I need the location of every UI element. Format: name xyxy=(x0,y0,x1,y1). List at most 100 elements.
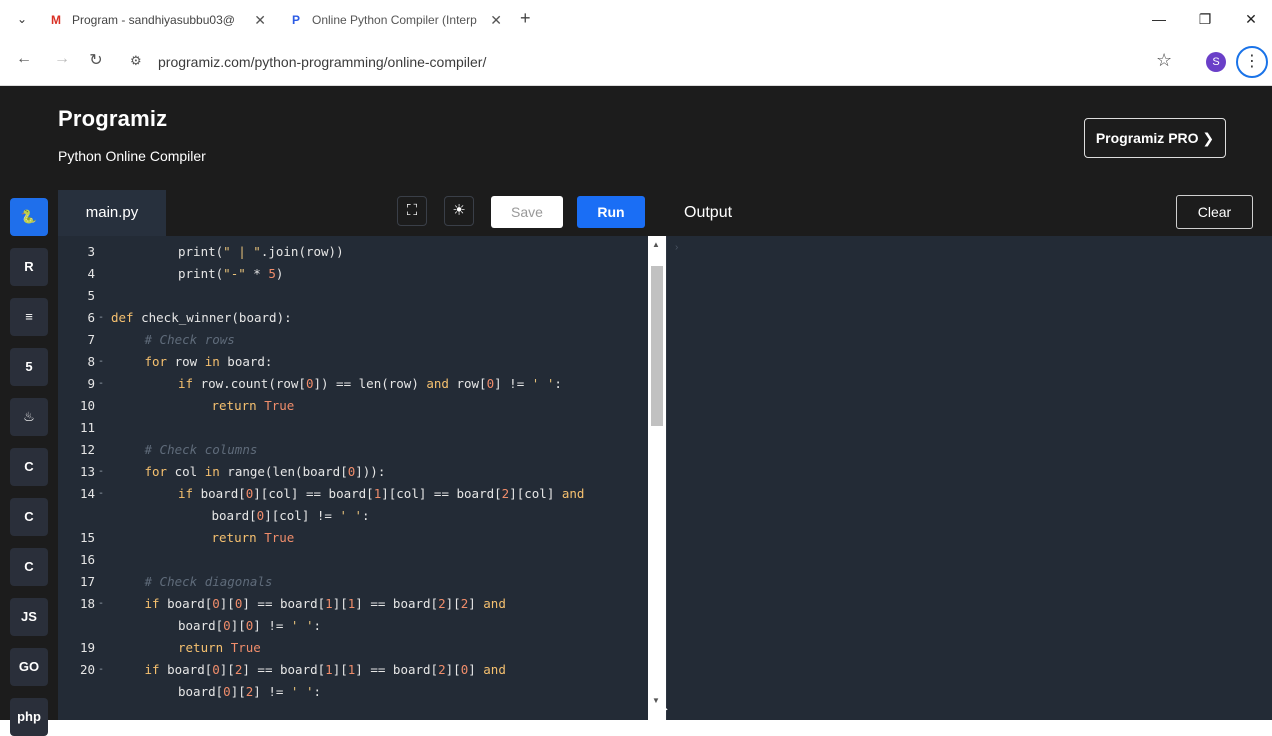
code-text: for row in board: xyxy=(144,354,273,369)
sql-icon[interactable]: ≡ xyxy=(10,298,48,336)
clear-button[interactable]: Clear xyxy=(1176,195,1253,229)
code-line: 14- if board[0][col] == board[1][col] == … xyxy=(58,483,648,505)
back-icon[interactable]: ← xyxy=(12,50,36,68)
scroll-thumb[interactable] xyxy=(651,266,663,426)
r-icon[interactable]: R xyxy=(10,248,48,286)
line-number: 9 xyxy=(87,376,95,391)
code-line: 15 return True xyxy=(58,527,648,549)
code-text: return True xyxy=(211,530,295,545)
fold-toggle-icon[interactable]: - xyxy=(98,483,104,505)
minimize-icon[interactable]: — xyxy=(1136,6,1182,32)
code-line: board[0][2] != ' ': xyxy=(58,681,648,703)
programiz-pro-button[interactable]: Programiz PRO ❯ xyxy=(1084,118,1226,158)
code-line: board[0][0] != ' ': xyxy=(58,615,648,637)
forward-icon[interactable]: → xyxy=(50,50,74,68)
site-info-icon[interactable]: ⚙ xyxy=(130,53,142,69)
line-number: 13 xyxy=(79,464,95,479)
line-number: 14 xyxy=(79,486,95,501)
page-subtitle: Python Online Compiler xyxy=(58,148,206,164)
code-text: board[0][2] != ' ': xyxy=(178,684,322,699)
code-text: if board[0][col] == board[1][col] == boa… xyxy=(178,486,585,501)
close-window-icon[interactable]: ✕ xyxy=(1228,6,1272,32)
new-tab-plus-icon[interactable]: + xyxy=(520,8,531,29)
scroll-up-arrow-icon[interactable]: ▲ xyxy=(652,240,660,249)
php-icon[interactable]: php xyxy=(10,698,48,736)
line-number: 11 xyxy=(79,420,95,435)
browser-tab-programiz[interactable]: P Online Python Compiler (Interp ✕ xyxy=(288,6,502,34)
fold-toggle-icon[interactable]: - xyxy=(98,593,104,615)
code-text: print(" | ".join(row)) xyxy=(178,244,344,259)
close-tab-icon[interactable]: ✕ xyxy=(490,12,502,29)
code-text: # Check diagonals xyxy=(144,574,273,589)
code-line: 16 xyxy=(58,549,648,571)
editor-scrollbar[interactable]: ▲ ▼ xyxy=(648,236,666,720)
browser-menu-icon[interactable]: ⋮ xyxy=(1236,46,1268,78)
line-number: 15 xyxy=(79,530,95,545)
file-tab-main-py[interactable]: main.py xyxy=(58,190,166,236)
line-number: 6 xyxy=(87,310,95,325)
code-text: print("-" * 5) xyxy=(178,266,284,281)
line-number: 4 xyxy=(87,266,95,281)
code-text: return True xyxy=(178,640,261,655)
save-button[interactable]: Save xyxy=(491,196,563,228)
line-number: 16 xyxy=(79,552,95,567)
code-editor[interactable]: 3 print(" | ".join(row)) 4 print("-" * 5) 5 6… xyxy=(58,236,648,720)
csharp-icon[interactable]: C xyxy=(10,548,48,586)
output-console[interactable]: › xyxy=(666,236,1272,720)
browser-tab-bar: ⌄ M Program - sandhiyasubbu03@ ✕ P Onlin… xyxy=(0,0,1272,38)
code-line: 12 # Check columns xyxy=(58,439,648,461)
code-text: # Check rows xyxy=(144,332,235,347)
profile-avatar[interactable]: S xyxy=(1206,52,1226,72)
js-icon[interactable]: JS xyxy=(10,598,48,636)
output-title: Output xyxy=(684,204,733,221)
code-text: for col in range(len(board[0])): xyxy=(144,464,386,479)
run-button[interactable]: Run xyxy=(577,196,645,228)
line-number: 10 xyxy=(79,398,95,413)
line-number: 20 xyxy=(79,662,95,677)
python-icon[interactable]: 🐍 xyxy=(10,198,48,236)
code-line: 19 return True xyxy=(58,637,648,659)
java-icon[interactable]: ♨ xyxy=(10,398,48,436)
theme-toggle-sun-icon[interactable]: ☀ xyxy=(444,196,474,226)
gmail-icon: M xyxy=(51,13,61,27)
code-line: 18- if board[0][0] == board[1][1] == boar… xyxy=(58,593,648,615)
fold-toggle-icon[interactable]: - xyxy=(98,659,104,681)
fold-toggle-icon[interactable]: - xyxy=(98,461,104,483)
html-icon[interactable]: 5 xyxy=(10,348,48,386)
code-line: 5 xyxy=(58,285,648,307)
browser-tab-gmail[interactable]: M Program - sandhiyasubbu03@ ✕ xyxy=(48,6,266,34)
c-icon[interactable]: C xyxy=(10,448,48,486)
line-number: 18 xyxy=(79,596,95,611)
restore-icon[interactable]: ❐ xyxy=(1182,6,1228,32)
code-line: 7 # Check rows xyxy=(58,329,648,351)
fold-toggle-icon[interactable]: - xyxy=(98,373,104,395)
line-number: 3 xyxy=(87,244,95,259)
code-line: 9- if row.count(row[0]) == len(row) and r… xyxy=(58,373,648,395)
tab-title: Online Python Compiler (Interp xyxy=(312,13,477,27)
url-field[interactable]: programiz.com/python-programming/online-… xyxy=(158,54,486,70)
code-line: 8- for row in board: xyxy=(58,351,648,373)
programiz-icon: P xyxy=(291,13,300,27)
editor-toolbar: main.py ⛶ ☀ Save Run xyxy=(58,190,666,236)
programiz-logo[interactable]: Programiz xyxy=(58,106,167,132)
code-line: 4 print("-" * 5) xyxy=(58,263,648,285)
line-number: 19 xyxy=(79,640,95,655)
fullscreen-icon[interactable]: ⛶ xyxy=(397,196,427,226)
code-text: return True xyxy=(211,398,295,413)
close-tab-icon[interactable]: ✕ xyxy=(254,12,266,29)
line-number: 12 xyxy=(79,442,95,457)
bookmark-star-icon[interactable]: ☆ xyxy=(1156,50,1172,71)
language-sidebar: 🐍 R ≡ 5 ♨ C C C JS GO php xyxy=(0,190,58,736)
code-text: def check_winner(board): xyxy=(111,310,292,325)
tab-search-chevron-icon[interactable]: ⌄ xyxy=(12,9,32,29)
code-text: if board[0][0] == board[1][1] == board[2… xyxy=(144,596,506,611)
code-text: if board[0][2] == board[1][1] == board[2… xyxy=(144,662,506,677)
code-text: board[0][0] != ' ': xyxy=(178,618,322,633)
reload-icon[interactable]: ↻ xyxy=(84,50,108,70)
go-icon[interactable]: GO xyxy=(10,648,48,686)
fold-toggle-icon[interactable]: - xyxy=(98,307,104,329)
code-line: 11 xyxy=(58,417,648,439)
code-line: 10 return True xyxy=(58,395,648,417)
cpp-icon[interactable]: C xyxy=(10,498,48,536)
fold-toggle-icon[interactable]: - xyxy=(98,351,104,373)
